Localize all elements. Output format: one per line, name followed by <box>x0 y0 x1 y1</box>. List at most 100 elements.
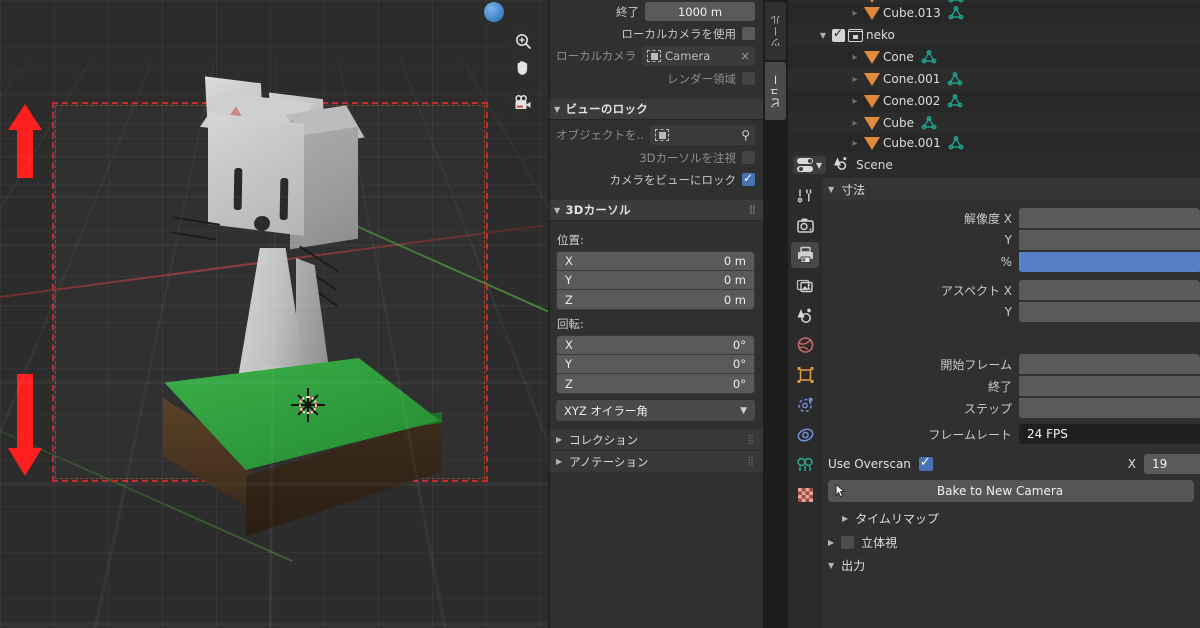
expand-arrow-icon[interactable]: ▸ <box>849 74 861 85</box>
resolution-percent-field[interactable] <box>1019 252 1200 272</box>
collection-section-header[interactable]: ▶ コレクション ⣿ <box>548 429 763 451</box>
outliner-row-cube[interactable]: ▸ Cube <box>788 112 1200 134</box>
overscan-checkbox[interactable] <box>918 454 933 471</box>
chevron-down-icon: ▼ <box>554 104 561 114</box>
eye-right <box>279 177 289 221</box>
navigation-gizmo[interactable] <box>484 2 504 22</box>
aspect-group: アスペクト X Y <box>822 280 1200 324</box>
time-remapping-section[interactable]: ▶ タイムリマップ <box>822 506 1200 530</box>
eyedropper-icon[interactable]: ⚲ <box>741 128 750 142</box>
properties-tab-physics[interactable] <box>791 422 819 448</box>
overscan-row[interactable]: Use Overscan X 19 <box>822 452 1200 476</box>
outliner-row-cone[interactable]: ▸ Cone <box>788 46 1200 68</box>
lock-cursor-checkbox[interactable] <box>742 151 755 164</box>
local-camera-row[interactable]: ローカルカメラ Camera × <box>556 46 755 66</box>
properties-tab-object-data[interactable] <box>791 452 819 478</box>
render-region-checkbox[interactable] <box>742 72 755 85</box>
lock-cursor-row[interactable]: 3Dカーソルを注視 <box>556 148 755 167</box>
properties-tab-scene[interactable] <box>791 302 819 328</box>
cursor-rotation-x[interactable]: X 0° <box>557 336 754 355</box>
sidebar-tab-view[interactable]: ビュー <box>765 62 786 120</box>
properties-tab-output[interactable] <box>791 242 819 268</box>
lock-camera-checkbox[interactable] <box>742 170 755 186</box>
camera-icon[interactable] <box>508 88 538 118</box>
properties-header[interactable]: ▼ Scene <box>788 152 1200 178</box>
expand-arrow-icon[interactable]: ▸ <box>849 8 861 19</box>
frame-start-row[interactable]: 開始フレーム <box>822 354 1200 374</box>
clip-end-field[interactable]: 1000 m <box>645 2 755 21</box>
outliner-row-neko[interactable]: ▼ neko <box>788 24 1200 46</box>
use-local-camera-checkbox[interactable] <box>742 27 755 40</box>
clip-end-row[interactable]: 終了 1000 m <box>556 2 755 21</box>
frame-rate-dropdown[interactable]: 24 FPS <box>1019 424 1200 444</box>
resolution-x-field[interactable] <box>1019 208 1200 228</box>
chevron-down-icon[interactable]: ▼ <box>817 31 829 40</box>
resolution-x-row[interactable]: 解像度 X <box>822 208 1200 228</box>
output-section-header[interactable]: ▼ 出力 <box>822 554 1200 578</box>
properties-tab-render[interactable] <box>791 212 819 238</box>
aspect-x-row[interactable]: アスペクト X <box>822 280 1200 300</box>
sidebar-tab-tool[interactable]: ツール <box>765 2 786 60</box>
cursor-rotation-z[interactable]: Z 0° <box>557 374 754 393</box>
frame-step-row[interactable]: ステップ <box>822 398 1200 418</box>
cursor-rotation-y[interactable]: Y 0° <box>557 355 754 374</box>
expand-arrow-icon[interactable]: ▸ <box>849 0 861 2</box>
annotation-section-header[interactable]: ▶ アノテーション ⣿ <box>548 451 763 473</box>
3d-cursor[interactable] <box>291 388 325 422</box>
properties-tab-tool[interactable] <box>791 182 819 208</box>
format-section-header[interactable]: ▼ 寸法 <box>822 178 1200 202</box>
overscan-x-field[interactable]: 19 <box>1144 454 1200 474</box>
bake-to-new-camera-button[interactable]: Bake to New Camera <box>828 480 1194 502</box>
close-icon[interactable]: × <box>740 49 750 63</box>
aspect-x-field[interactable] <box>1019 280 1200 300</box>
cursor-location-group: X 0 m Y 0 m Z 0 m <box>556 251 755 310</box>
properties-tab-object[interactable] <box>791 362 819 388</box>
lock-object-row[interactable]: オブジェクトを.. ⚲ <box>556 125 755 145</box>
resolution-percent-row[interactable]: % <box>822 252 1200 272</box>
expand-arrow-icon[interactable]: ▸ <box>849 96 861 107</box>
aspect-y-field[interactable] <box>1019 302 1200 322</box>
properties-tab-modifier[interactable] <box>791 392 819 418</box>
collection-visibility-checkbox[interactable] <box>832 25 845 42</box>
stereoscopy-checkbox[interactable] <box>841 535 855 549</box>
properties-tab-world[interactable] <box>791 332 819 358</box>
lock-camera-row[interactable]: カメラをビューにロック <box>556 170 755 189</box>
expand-arrow-icon[interactable]: ▸ <box>849 118 861 129</box>
editor-type-dropdown[interactable]: ▼ <box>793 156 827 174</box>
sidebar-tab-strip[interactable]: ツール ビュー <box>763 0 788 628</box>
outliner-row-cube013[interactable]: ▸ Cube.013 <box>788 2 1200 24</box>
frame-end-field[interactable] <box>1019 376 1200 396</box>
resolution-y-field[interactable] <box>1019 230 1200 250</box>
cursor-location-y[interactable]: Y 0 m <box>557 271 754 290</box>
outliner[interactable]: ▸ Cube.012 ▸ Cube.013 ▼ neko ▸ <box>788 0 1200 152</box>
frame-rate-row[interactable]: フレームレート 24 FPS <box>822 424 1200 444</box>
local-camera-field[interactable]: Camera × <box>642 46 755 66</box>
3d-viewport[interactable] <box>0 0 548 628</box>
lock-object-field[interactable]: ⚲ <box>649 125 755 145</box>
cursor-location-x[interactable]: X 0 m <box>557 252 754 271</box>
outliner-row-cone002[interactable]: ▸ Cone.002 <box>788 90 1200 112</box>
cursor-panel-header[interactable]: ▼ 3Dカーソル ⣿ <box>548 200 763 221</box>
view-lock-panel-header[interactable]: ▼ ビューのロック <box>548 99 763 120</box>
render-region-row[interactable]: レンダー領域 <box>556 69 755 88</box>
frame-step-field[interactable] <box>1019 398 1200 418</box>
properties-tab-view-layer[interactable] <box>791 272 819 298</box>
outliner-row-cone001[interactable]: ▸ Cone.001 <box>788 68 1200 90</box>
expand-arrow-icon[interactable]: ▸ <box>849 138 861 149</box>
use-local-camera-row[interactable]: ローカルカメラを使用 <box>556 24 755 43</box>
expand-arrow-icon[interactable]: ▸ <box>849 52 861 63</box>
properties-editor[interactable]: ▼ Scene ▼ 寸法 解像度 X Y % アスペクト X Y 開始フレーム … <box>788 152 1200 628</box>
breadcrumb[interactable]: Scene <box>833 156 893 174</box>
properties-tab-column[interactable] <box>788 178 822 628</box>
hand-icon[interactable] <box>508 52 538 82</box>
outliner-row-clipped-bottom[interactable]: ▸ Cube.001 <box>788 134 1200 152</box>
cursor-location-z[interactable]: Z 0 m <box>557 290 754 309</box>
frame-start-field[interactable] <box>1019 354 1200 374</box>
rotation-mode-dropdown[interactable]: XYZ オイラー角 ▼ <box>556 400 755 421</box>
viewport-sidebar[interactable]: 終了 1000 m ローカルカメラを使用 ローカルカメラ Camera × レン… <box>548 0 763 628</box>
frame-end-row[interactable]: 終了 <box>822 376 1200 396</box>
aspect-y-row[interactable]: Y <box>822 302 1200 322</box>
stereoscopy-section[interactable]: ▶ 立体視 <box>822 530 1200 554</box>
properties-tab-material[interactable] <box>791 482 819 508</box>
resolution-y-row[interactable]: Y <box>822 230 1200 250</box>
